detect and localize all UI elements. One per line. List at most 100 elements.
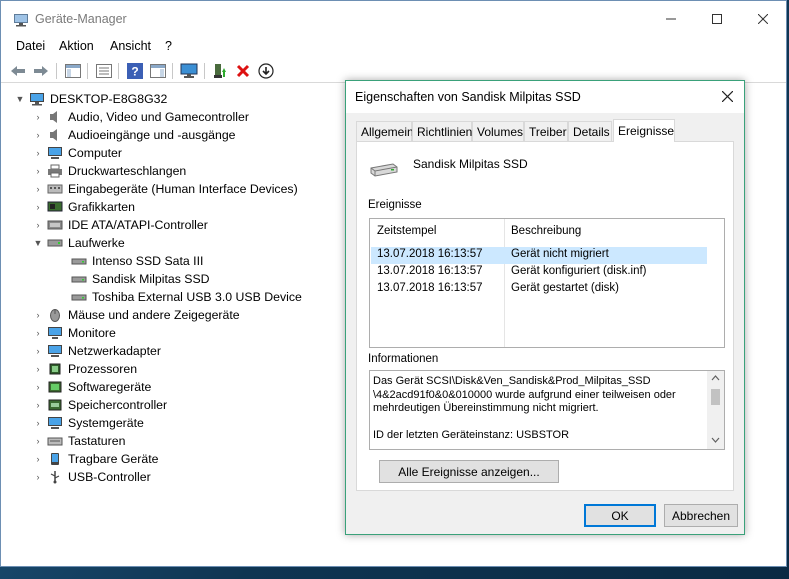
toolbar-separator [56, 63, 57, 79]
storage-controller-icon [47, 398, 63, 412]
show-all-events-button[interactable]: Alle Ereignisse anzeigen... [379, 460, 559, 483]
tree-category-keyboards[interactable]: › Tastaturen [33, 432, 126, 450]
chevron-right-icon[interactable]: › [33, 324, 43, 342]
tree-root[interactable]: ▼ DESKTOP-E8G8G32 [15, 90, 168, 108]
table-row[interactable]: 13.07.2018 16:13:57 Gerät gestartet (dis… [371, 281, 707, 298]
tab-volumes[interactable]: Volumes [472, 121, 524, 141]
maximize-button[interactable] [694, 1, 740, 37]
back-arrow-icon[interactable] [9, 62, 27, 80]
tab-treiber[interactable]: Treiber [524, 121, 568, 141]
menu-datei[interactable]: Datei [16, 39, 45, 53]
information-textbox[interactable]: Das Gerät SCSI\Disk&Ven_Sandisk&Prod_Mil… [369, 370, 725, 450]
mouse-icon [47, 308, 63, 322]
tree-category-label: Systemgeräte [68, 416, 144, 430]
tree-category-network[interactable]: › Netzwerkadapter [33, 342, 161, 360]
tree-device-intenso-ssd[interactable]: Intenso SSD Sata III [67, 252, 203, 270]
ok-button[interactable]: OK [584, 504, 656, 527]
tab-richtlinien[interactable]: Richtlinien [412, 121, 472, 141]
tree-category-processors[interactable]: › Prozessoren [33, 360, 138, 378]
chevron-right-icon[interactable]: › [33, 342, 43, 360]
tree-category-system-devices[interactable]: › Systemgeräte [33, 414, 144, 432]
information-scrollbar[interactable] [707, 371, 724, 449]
keyboard-icon [47, 434, 63, 448]
tree-category-audio-video[interactable]: › Audio, Video und Gamecontroller [33, 108, 249, 126]
chevron-right-icon[interactable]: › [33, 144, 43, 162]
tab-ereignisse[interactable]: Ereignisse [613, 119, 675, 142]
close-button[interactable] [740, 1, 786, 37]
tree-device-sandisk-ssd[interactable]: Sandisk Milpitas SSD [67, 270, 210, 288]
forward-arrow-icon[interactable] [32, 62, 50, 80]
chevron-right-icon[interactable]: › [33, 432, 43, 450]
chevron-right-icon[interactable]: › [33, 126, 43, 144]
tree-category-label: Tastaturen [68, 434, 126, 448]
tree-category-label: Computer [68, 146, 122, 160]
portable-device-icon [47, 452, 63, 466]
tree-category-audio-io[interactable]: › Audioeingänge und -ausgänge [33, 126, 236, 144]
tree-category-storage-controllers[interactable]: › Speichercontroller [33, 396, 168, 414]
device-tree: ▼ DESKTOP-E8G8G32 › Audio, Video und Gam… [1, 87, 346, 567]
tree-category-monitors[interactable]: › Monitore [33, 324, 116, 342]
tab-details[interactable]: Details [568, 121, 612, 141]
monitor-scan-icon[interactable] [180, 62, 198, 80]
tree-category-label: Speichercontroller [68, 398, 168, 412]
computer-icon [47, 146, 63, 160]
events-label: Ereignisse [368, 199, 422, 211]
show-hide-console-tree-icon[interactable] [64, 62, 82, 80]
chevron-right-icon[interactable]: › [33, 216, 43, 234]
status-bar [1, 554, 786, 566]
tree-category-portable-devices[interactable]: › Tragbare Geräte [33, 450, 159, 468]
dialog-title: Eigenschaften von Sandisk Milpitas SSD [355, 90, 581, 104]
menu-ansicht[interactable]: Ansicht [110, 39, 151, 53]
column-header-description[interactable]: Beschreibung [511, 219, 581, 243]
chevron-right-icon[interactable]: › [33, 414, 43, 432]
tree-category-mice[interactable]: › Mäuse und andere Zeigegeräte [33, 306, 240, 324]
column-header-timestamp[interactable]: Zeitstempel [377, 219, 436, 243]
tree-category-hid[interactable]: › Eingabegeräte (Human Interface Devices… [33, 180, 298, 198]
table-row[interactable]: 13.07.2018 16:13:57 Gerät konfiguriert (… [371, 264, 707, 281]
chevron-right-icon[interactable]: › [33, 360, 43, 378]
properties-dialog: Eigenschaften von Sandisk Milpitas SSD A… [345, 80, 745, 535]
chevron-down-icon[interactable]: ▼ [15, 90, 25, 108]
tree-category-label: IDE ATA/ATAPI-Controller [68, 218, 208, 232]
table-row[interactable]: 13.07.2018 16:13:57 Gerät nicht migriert [371, 247, 707, 264]
usb-icon [47, 470, 63, 484]
chevron-right-icon[interactable]: › [33, 198, 43, 216]
menu-aktion[interactable]: Aktion [59, 39, 94, 53]
chevron-right-icon[interactable]: › [33, 180, 43, 198]
menu-help[interactable]: ? [165, 39, 172, 53]
chevron-right-icon[interactable]: › [33, 162, 43, 180]
tree-category-graphics[interactable]: › Grafikkarten [33, 198, 135, 216]
tree-category-drives[interactable]: ▼ Laufwerke [33, 234, 125, 252]
tree-category-label: USB-Controller [68, 470, 151, 484]
printer-icon [47, 164, 63, 178]
chevron-right-icon[interactable]: › [33, 450, 43, 468]
event-description: Gerät gestartet (disk) [511, 282, 620, 294]
tab-allgemein[interactable]: Allgemein [356, 121, 414, 141]
cancel-button[interactable]: Abbrechen [664, 504, 738, 527]
tree-category-usb[interactable]: › USB-Controller [33, 468, 151, 486]
chevron-right-icon[interactable]: › [33, 468, 43, 486]
chevron-right-icon[interactable]: › [33, 378, 43, 396]
minimize-button[interactable] [648, 1, 694, 37]
event-description: Gerät nicht migriert [511, 248, 609, 260]
tree-device-toshiba-usb[interactable]: Toshiba External USB 3.0 USB Device [67, 288, 302, 306]
update-driver-icon[interactable] [211, 62, 229, 80]
ide-controller-icon [47, 218, 63, 232]
disable-device-icon[interactable] [257, 62, 275, 80]
tree-category-print-queues[interactable]: › Druckwarteschlangen [33, 162, 187, 180]
drive-icon [47, 236, 63, 250]
chevron-down-icon[interactable]: ▼ [33, 234, 43, 252]
title-bar: Geräte-Manager [1, 1, 786, 37]
tree-category-ide[interactable]: › IDE ATA/ATAPI-Controller [33, 216, 208, 234]
tree-category-computer[interactable]: › Computer [33, 144, 123, 162]
uninstall-icon[interactable] [234, 62, 252, 80]
tree-category-software-devices[interactable]: › Softwaregeräte [33, 378, 152, 396]
chevron-right-icon[interactable]: › [33, 396, 43, 414]
properties-icon[interactable] [95, 62, 113, 80]
event-time: 13.07.2018 16:13:57 [377, 248, 483, 260]
chevron-right-icon[interactable]: › [33, 108, 43, 126]
help-icon[interactable]: ? [126, 62, 144, 80]
chevron-right-icon[interactable]: › [33, 306, 43, 324]
dialog-close-button[interactable] [710, 81, 744, 111]
action-pane-icon[interactable] [149, 62, 167, 80]
